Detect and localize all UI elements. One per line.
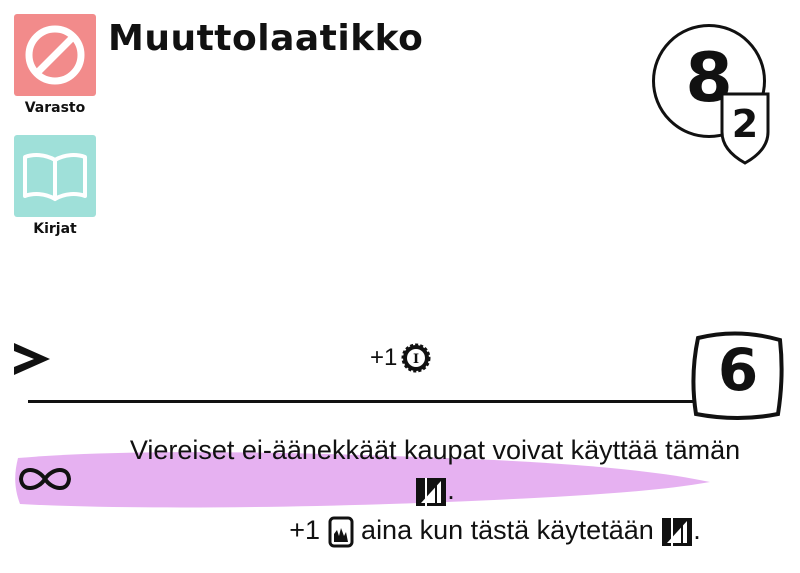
divider-line xyxy=(28,400,708,403)
infinity-icon xyxy=(18,468,72,490)
ability-line-3: +1 aina kun tästä käytetään . xyxy=(80,510,790,550)
tag-varasto: Varasto xyxy=(14,14,96,116)
ability-line-2: . xyxy=(80,470,790,510)
card-icon xyxy=(328,516,354,548)
tag-kirjat: Kirjat xyxy=(14,135,96,237)
ability-line-2-suffix: . xyxy=(447,475,455,505)
secondary-cost-value: 2 xyxy=(731,102,759,146)
coin-icon: I xyxy=(401,343,431,373)
secondary-cost: 2 xyxy=(718,88,772,166)
card-title: Muuttolaatikko xyxy=(108,18,424,59)
victory-points-value: 6 xyxy=(717,336,759,404)
striped-tile-icon xyxy=(416,477,447,506)
no-entry-icon xyxy=(25,25,85,85)
ability-line-3-prefix: +1 xyxy=(289,515,321,545)
income-bonus: +1 I xyxy=(370,343,431,373)
tag-kirjat-badge xyxy=(14,135,96,217)
tag-varasto-badge xyxy=(14,14,96,96)
ability-line-1: Viereiset ei-äänekkäät kaupat voivat käy… xyxy=(129,435,741,465)
open-book-icon xyxy=(23,153,87,201)
striped-tile-icon xyxy=(662,517,693,546)
cost-badge: 8 2 xyxy=(646,22,796,182)
ability-line-3-mid: aina kun tästä käytetään xyxy=(361,515,654,545)
ability-text: Viereiset ei-äänekkäät kaupat voivat käy… xyxy=(80,430,790,550)
chevron-right-icon xyxy=(12,335,52,391)
income-bonus-text: +1 xyxy=(370,344,398,371)
victory-points-badge: 6 xyxy=(690,330,786,420)
tag-varasto-label: Varasto xyxy=(24,100,86,116)
svg-text:I: I xyxy=(413,352,419,367)
tag-kirjat-label: Kirjat xyxy=(33,221,77,237)
ability-line-3-suffix: . xyxy=(693,515,701,545)
